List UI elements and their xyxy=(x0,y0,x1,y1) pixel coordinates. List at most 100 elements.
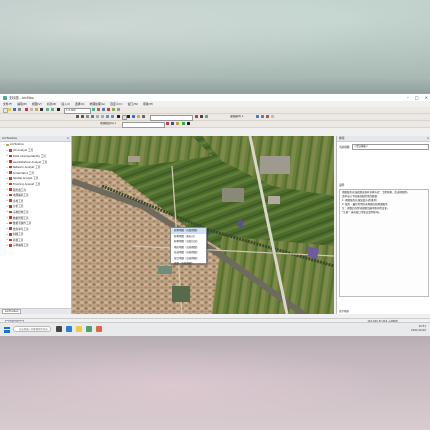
arctoolbox-icon[interactable] xyxy=(107,108,110,111)
menu-item[interactable]: 窗口(W) xyxy=(128,102,139,106)
minimize-button[interactable]: – xyxy=(407,94,409,101)
select-features-icon[interactable] xyxy=(117,115,120,118)
app-icon[interactable] xyxy=(96,326,102,332)
expand-icon[interactable]: + xyxy=(6,188,8,191)
layer-combo[interactable] xyxy=(150,115,193,121)
menu-item[interactable]: 插入(I) xyxy=(61,102,70,106)
toolbox-icon xyxy=(8,216,12,219)
basemap-option[interactable]: 底图（在线地图） xyxy=(171,261,206,267)
back-icon[interactable] xyxy=(106,115,109,118)
menu-item[interactable]: 帮助(H) xyxy=(143,102,153,106)
taskbar-search[interactable]: 在这里输入你要搜索的内容 xyxy=(13,326,51,332)
file-explorer-icon[interactable] xyxy=(76,326,82,332)
catalog-icon[interactable] xyxy=(102,108,105,111)
arctoolbox-tab[interactable]: ArcToolbox xyxy=(2,309,22,314)
expand-icon[interactable]: + xyxy=(6,238,8,241)
expand-icon[interactable]: + xyxy=(6,154,8,157)
expand-icon[interactable]: + xyxy=(6,171,8,174)
add-control-points-icon[interactable] xyxy=(182,122,185,125)
find-icon[interactable] xyxy=(137,115,140,118)
expand-icon[interactable]: + xyxy=(6,244,8,247)
map-view[interactable] xyxy=(72,136,334,314)
measure-icon[interactable] xyxy=(142,115,145,118)
modelbuilder-icon[interactable] xyxy=(117,108,120,111)
table-of-contents-icon[interactable] xyxy=(97,108,100,111)
text-icon[interactable] xyxy=(200,115,203,118)
edit-annotation-icon[interactable] xyxy=(261,115,264,118)
full-extent-icon[interactable] xyxy=(91,115,94,118)
zoom-out-icon[interactable] xyxy=(81,115,84,118)
scale-icon[interactable] xyxy=(176,122,179,125)
start-icon[interactable] xyxy=(4,326,10,333)
menu-item[interactable]: 书签(B) xyxy=(47,102,57,106)
straight-segment-icon[interactable] xyxy=(266,115,269,118)
redo-icon[interactable] xyxy=(51,108,54,111)
link-table-icon[interactable] xyxy=(187,122,190,125)
identify-icon[interactable] xyxy=(132,115,135,118)
menu-item[interactable]: 地理处理(G) xyxy=(90,102,106,106)
system-tray[interactable]: 10:51 2021/10/10 xyxy=(411,325,426,333)
menu-item[interactable]: 编辑(E) xyxy=(17,102,27,106)
expand-icon[interactable]: + xyxy=(6,227,8,230)
shift-icon[interactable] xyxy=(171,122,174,125)
python-icon[interactable] xyxy=(112,108,115,111)
expand-icon[interactable]: + xyxy=(6,160,8,163)
menu-item[interactable]: 视图(V) xyxy=(32,102,42,106)
expand-icon[interactable]: − xyxy=(3,143,5,146)
fixed-zoom-out-icon[interactable] xyxy=(101,115,104,118)
edit-tool-icon[interactable] xyxy=(256,115,259,118)
menu-item[interactable]: 文件(F) xyxy=(3,102,12,106)
maximize-button[interactable]: □ xyxy=(415,94,419,101)
toolbox-item[interactable]: + 宗地编辑工具 xyxy=(0,243,71,249)
expand-icon[interactable]: + xyxy=(6,216,8,219)
fill-color-icon[interactable] xyxy=(205,115,208,118)
expand-icon[interactable]: + xyxy=(6,177,8,180)
menu-item[interactable]: 自定义(C) xyxy=(110,102,123,106)
toolbox-icon xyxy=(8,221,12,225)
paste-icon[interactable] xyxy=(35,108,38,111)
editor-menu[interactable]: 编辑器(R) ▾ xyxy=(230,115,243,119)
georef-layer-combo[interactable] xyxy=(122,122,165,128)
pan-icon[interactable] xyxy=(86,115,89,118)
draw-icon[interactable] xyxy=(195,115,198,118)
undo-icon[interactable] xyxy=(46,108,49,111)
template-select[interactable]: <默认模板> xyxy=(352,144,429,150)
georeferencing-menu[interactable]: 地理配准(G) ▾ xyxy=(100,122,116,126)
toolbox-icon xyxy=(8,188,12,191)
toolbox-label: Spatial Analyst 工具 xyxy=(13,177,39,181)
arcmap-taskbar-icon[interactable] xyxy=(86,326,92,332)
expand-icon[interactable]: + xyxy=(6,194,8,197)
add-data-icon[interactable] xyxy=(57,108,60,111)
save-button[interactable] xyxy=(13,108,16,111)
help-link[interactable]: 显示帮助 xyxy=(339,309,349,313)
expand-icon[interactable]: + xyxy=(6,233,8,236)
edge-icon[interactable] xyxy=(66,326,72,332)
rotate-icon[interactable] xyxy=(166,122,169,125)
expand-icon[interactable]: + xyxy=(6,149,8,152)
forward-icon[interactable] xyxy=(111,115,114,118)
expand-icon[interactable]: + xyxy=(6,205,8,208)
scale-combo[interactable]: 1:4,000 xyxy=(64,108,91,114)
cut-icon[interactable] xyxy=(25,108,28,111)
delete-icon[interactable] xyxy=(40,108,43,111)
open-button[interactable] xyxy=(8,108,11,111)
select-elements-icon[interactable] xyxy=(127,115,130,118)
panel-close-icon[interactable]: × xyxy=(67,136,69,141)
copy-icon[interactable] xyxy=(30,108,33,111)
clock-date: 2021/10/10 xyxy=(411,329,426,332)
task-view-icon[interactable] xyxy=(56,326,62,332)
expand-icon[interactable]: + xyxy=(6,210,8,213)
menu-item[interactable]: 选择(S) xyxy=(75,102,85,106)
sketch-properties-icon[interactable] xyxy=(271,115,274,118)
expand-icon[interactable]: + xyxy=(6,166,8,169)
search-close-icon[interactable]: × xyxy=(427,136,429,141)
fixed-zoom-in-icon[interactable] xyxy=(96,115,99,118)
print-button[interactable] xyxy=(18,108,21,111)
zoom-in-icon[interactable] xyxy=(76,115,79,118)
close-button[interactable]: × xyxy=(425,94,428,101)
expand-icon[interactable]: + xyxy=(6,182,8,185)
expand-icon[interactable]: + xyxy=(6,222,8,225)
toolbox-icon xyxy=(8,210,12,214)
editor-toolbar-icon[interactable] xyxy=(92,108,95,111)
expand-icon[interactable]: + xyxy=(6,199,8,202)
